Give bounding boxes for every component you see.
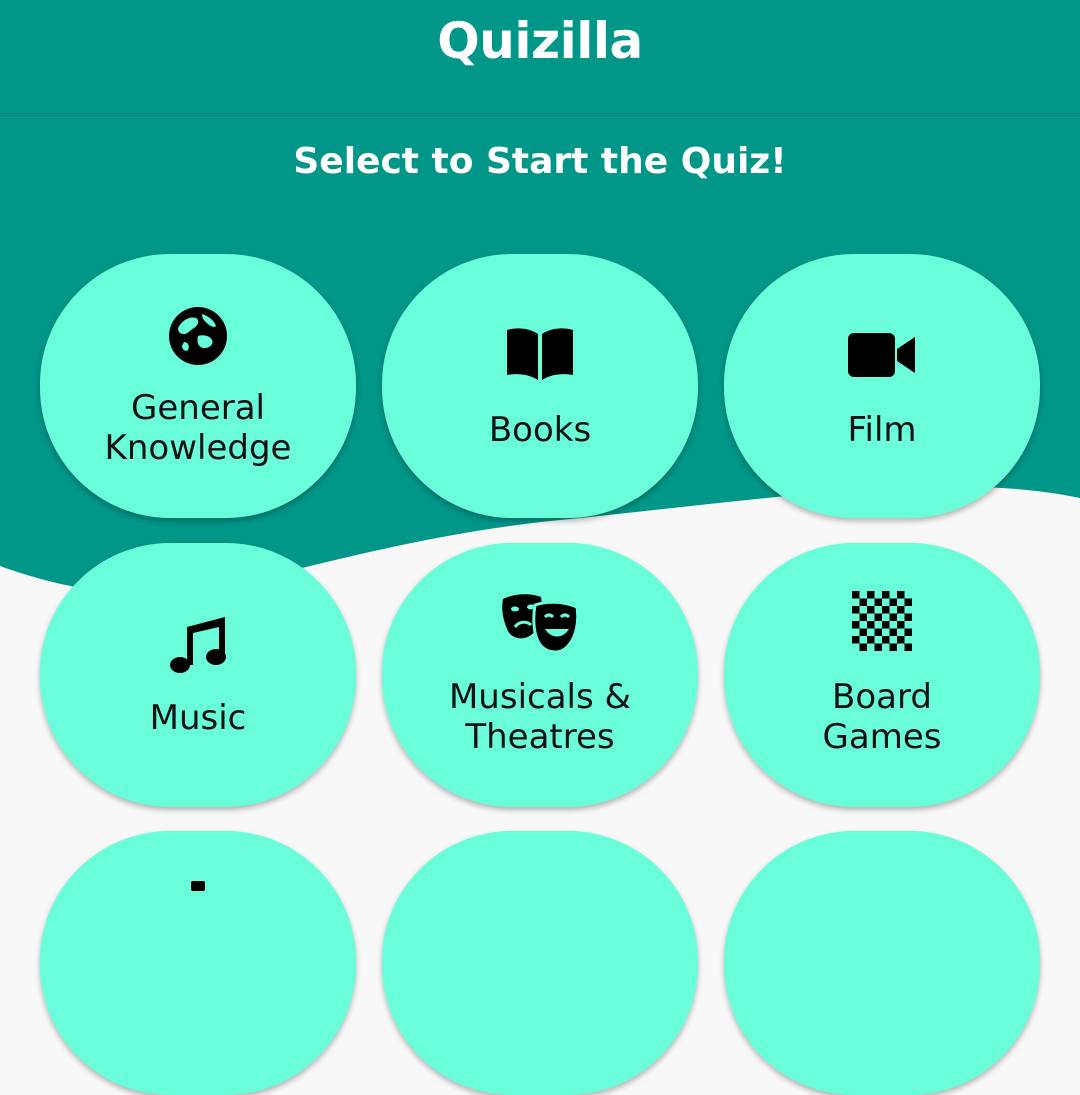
music-note-icon xyxy=(170,617,226,673)
globe-icon xyxy=(169,307,227,365)
category-books[interactable]: Books xyxy=(382,254,698,518)
category-tile-row3-2[interactable] xyxy=(382,831,698,1095)
app-title: Quizilla xyxy=(437,12,643,70)
theater-masks-icon xyxy=(502,594,579,654)
category-label: Music xyxy=(149,698,247,738)
category-board-games[interactable]: Board Games xyxy=(724,543,1040,807)
category-general-knowledge[interactable]: General Knowledge xyxy=(40,254,356,518)
category-tile-row3-3[interactable] xyxy=(724,831,1040,1095)
page-subtitle: Select to Start the Quiz! xyxy=(293,141,787,182)
partial-icon xyxy=(191,881,205,891)
category-tile-row3-1[interactable] xyxy=(40,831,356,1095)
category-label: General Knowledge xyxy=(104,388,292,468)
category-film[interactable]: Film xyxy=(724,254,1040,518)
category-label: Board Games xyxy=(822,677,942,757)
app-bar: Quizilla xyxy=(0,0,1080,114)
book-icon xyxy=(507,328,573,380)
category-music[interactable]: Music xyxy=(40,543,356,807)
category-label: Musicals & Theatres xyxy=(448,677,632,757)
chessboard-icon xyxy=(852,591,912,651)
video-camera-icon xyxy=(848,333,915,377)
category-label: Books xyxy=(488,410,592,450)
category-musicals-theatres[interactable]: Musicals & Theatres xyxy=(382,543,698,807)
category-label: Film xyxy=(847,410,917,450)
